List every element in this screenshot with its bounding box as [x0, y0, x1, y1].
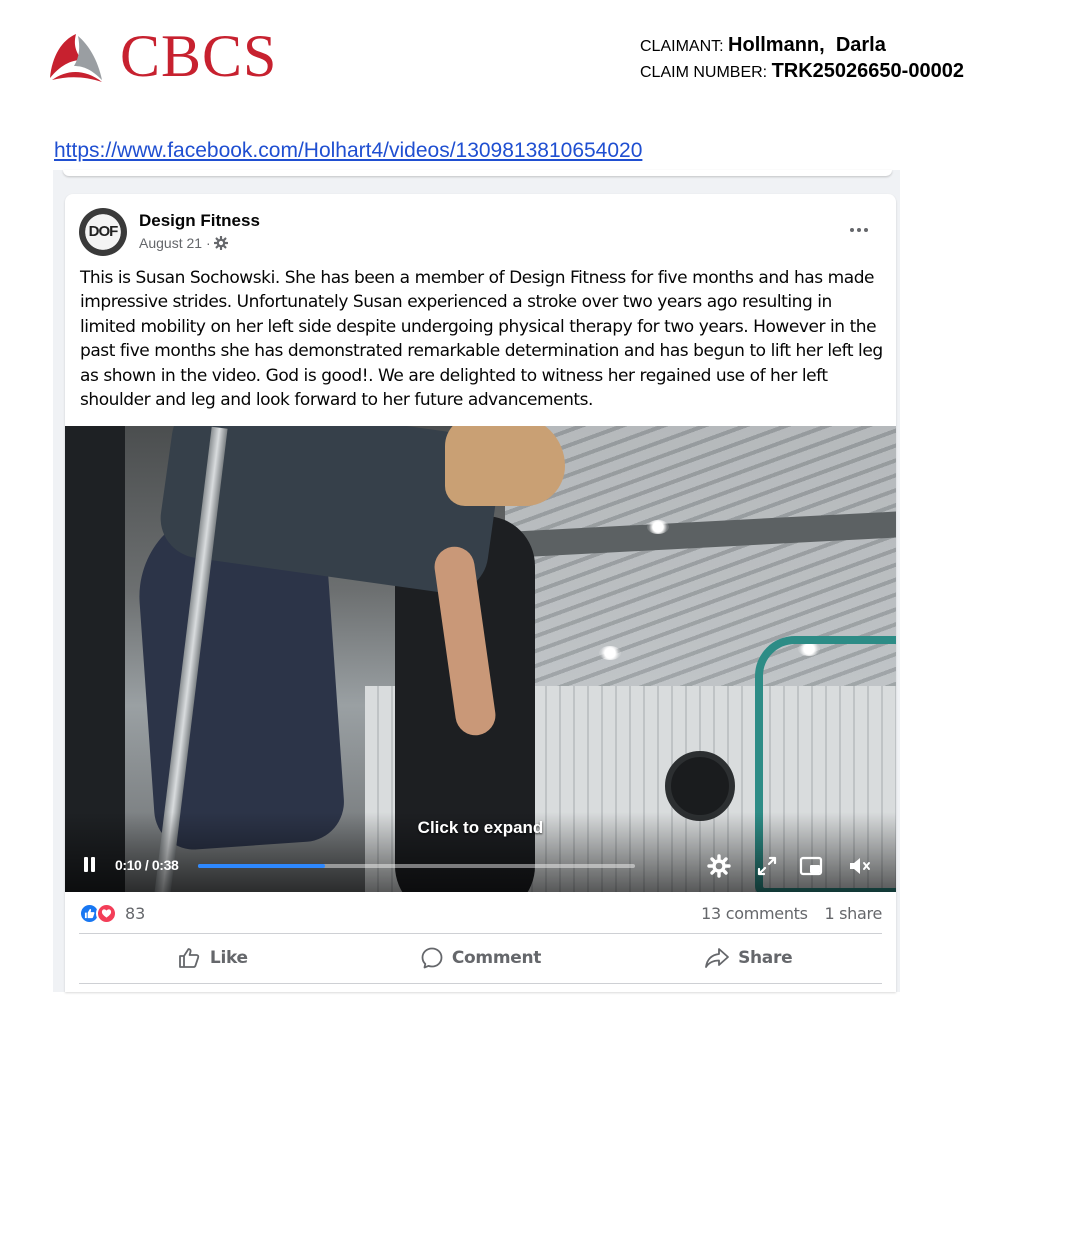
- facebook-post: DOF Design Fitness August 21 · This is S…: [65, 194, 896, 992]
- more-dot: [864, 228, 868, 232]
- click-to-expand-hint[interactable]: Click to expand: [65, 818, 896, 838]
- claim-info: CLAIMANT: Hollmann, Darla CLAIM NUMBER: …: [640, 34, 964, 86]
- post-meta: August 21 ·: [139, 235, 228, 251]
- video-frame-person-hair: [445, 426, 565, 506]
- claimant-value: Hollmann, Darla: [728, 34, 886, 56]
- video-progress-fill: [198, 864, 325, 868]
- video-frame-light: [599, 646, 621, 660]
- divider: [79, 933, 882, 934]
- page-avatar[interactable]: DOF: [79, 208, 127, 256]
- divider: [79, 983, 882, 984]
- like-label: Like: [209, 948, 248, 968]
- settings-icon[interactable]: [705, 852, 733, 880]
- love-reaction-icon: [96, 902, 117, 924]
- current-time: 0:10: [115, 857, 142, 873]
- post-date[interactable]: August 21 ·: [139, 235, 211, 251]
- mute-icon[interactable]: [845, 852, 873, 880]
- comment-button[interactable]: Comment: [347, 936, 615, 980]
- reaction-count: 83: [125, 903, 146, 923]
- thumbs-up-icon: [84, 908, 95, 918]
- avatar-text: DOF: [88, 223, 119, 240]
- time-separator: /: [144, 857, 149, 873]
- share-icon: [705, 948, 729, 968]
- more-dots-icon: [850, 228, 854, 232]
- video-timecode: 0:10 / 0:38: [115, 857, 179, 873]
- shares-count[interactable]: 1 share: [824, 904, 882, 923]
- fullscreen-icon[interactable]: [753, 852, 781, 880]
- claim-number-value: TRK25026650-00002: [771, 60, 964, 82]
- logo-wordmark: CBCS: [120, 23, 278, 89]
- gear-icon: [213, 236, 228, 250]
- pause-icon-bar: [91, 857, 95, 872]
- more-dot: [857, 228, 861, 232]
- heart-icon: [101, 908, 112, 918]
- picture-in-picture-icon[interactable]: [797, 852, 825, 880]
- pause-button[interactable]: [82, 857, 98, 873]
- video-frame-weight-plate: [665, 751, 735, 821]
- post-actions: Like Comment Share: [79, 936, 882, 980]
- post-text: This is Susan Sochowski. She has been a …: [80, 268, 883, 411]
- facebook-screenshot: DOF Design Fitness August 21 · This is S…: [53, 170, 900, 992]
- video-progress-bar[interactable]: [198, 864, 635, 868]
- comment-label: Comment: [451, 948, 542, 968]
- engagement-stats: 13 comments 1 share: [689, 904, 882, 923]
- claim-number-row: CLAIM NUMBER: TRK25026650-00002: [640, 60, 964, 86]
- reactions-summary[interactable]: 83: [79, 902, 145, 924]
- claimant-row: CLAIMANT: Hollmann, Darla: [640, 34, 964, 60]
- pause-icon: [84, 857, 88, 872]
- share-label: Share: [738, 948, 793, 968]
- thumbs-up-icon: [179, 948, 200, 968]
- cbcs-logo-mark-icon: [50, 34, 102, 82]
- video-duration: 0:38: [151, 857, 179, 873]
- previous-post-edge: [63, 170, 892, 176]
- comments-count[interactable]: 13 comments: [701, 904, 808, 923]
- like-button[interactable]: Like: [79, 936, 347, 980]
- page-name[interactable]: Design Fitness: [139, 211, 260, 231]
- cbcs-logo: CBCS: [48, 23, 298, 89]
- more-options-button[interactable]: [843, 218, 875, 242]
- claimant-label: CLAIMANT:: [640, 38, 724, 55]
- share-button[interactable]: Share: [614, 936, 882, 980]
- comment-icon: [421, 947, 443, 969]
- claim-number-label: CLAIM NUMBER:: [640, 64, 768, 81]
- source-url-link[interactable]: https://www.facebook.com/Holhart4/videos…: [54, 139, 642, 163]
- video-controls: 0:10 / 0:38: [65, 844, 896, 886]
- video-frame-light: [647, 520, 669, 534]
- video-player[interactable]: Click to expand 0:10 / 0:38: [65, 426, 896, 892]
